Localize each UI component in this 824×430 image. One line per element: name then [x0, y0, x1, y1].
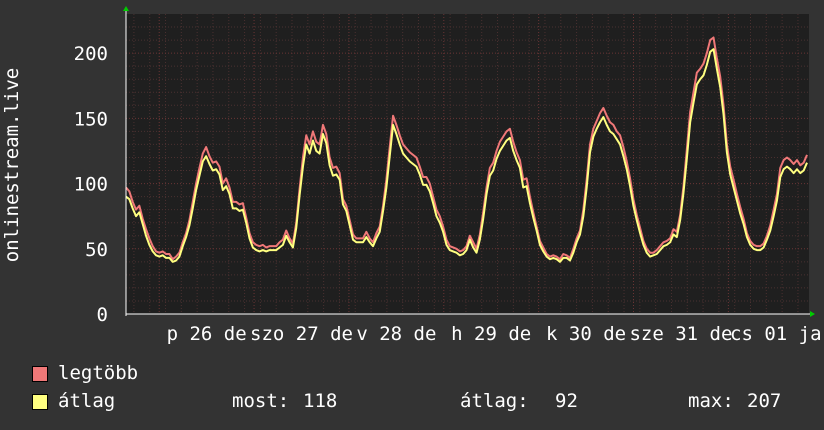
x-axis-arrow	[810, 311, 815, 317]
x-tick-label: v 28 de	[356, 323, 436, 345]
legend-swatch-atlag	[32, 394, 48, 410]
x-tick-label: k 30 de	[546, 323, 626, 345]
x-tick-label: szo 27 de	[250, 323, 353, 345]
stat-max-label: max:	[688, 390, 734, 412]
stat-max-value: 207	[747, 390, 782, 412]
y-axis-label: onlinestream.live	[1, 68, 23, 262]
stat-most-label: most:	[232, 390, 290, 412]
x-tick-label: sze 31 de	[629, 323, 732, 345]
legend-label-legtobb: legtöbb	[58, 362, 139, 384]
y-tick-label: 200	[74, 43, 108, 65]
x-tick-label: cs 01 ja	[730, 323, 822, 345]
y-tick-label: 150	[74, 108, 108, 130]
y-axis-arrow	[123, 6, 129, 11]
y-tick-label: 0	[97, 304, 108, 326]
stat-atlag-label: átlag:	[460, 390, 529, 412]
x-tick-label: h 29 de	[451, 323, 531, 345]
y-tick-label: 100	[74, 174, 108, 196]
y-tick-label: 50	[85, 239, 108, 261]
stat-atlag-value: 92	[555, 390, 578, 412]
legend-label-atlag: átlag	[58, 390, 116, 412]
x-tick-label: p 26 de	[167, 323, 247, 345]
stat-most-value: 118	[303, 390, 338, 412]
legend-swatch-legtobb	[32, 366, 48, 382]
